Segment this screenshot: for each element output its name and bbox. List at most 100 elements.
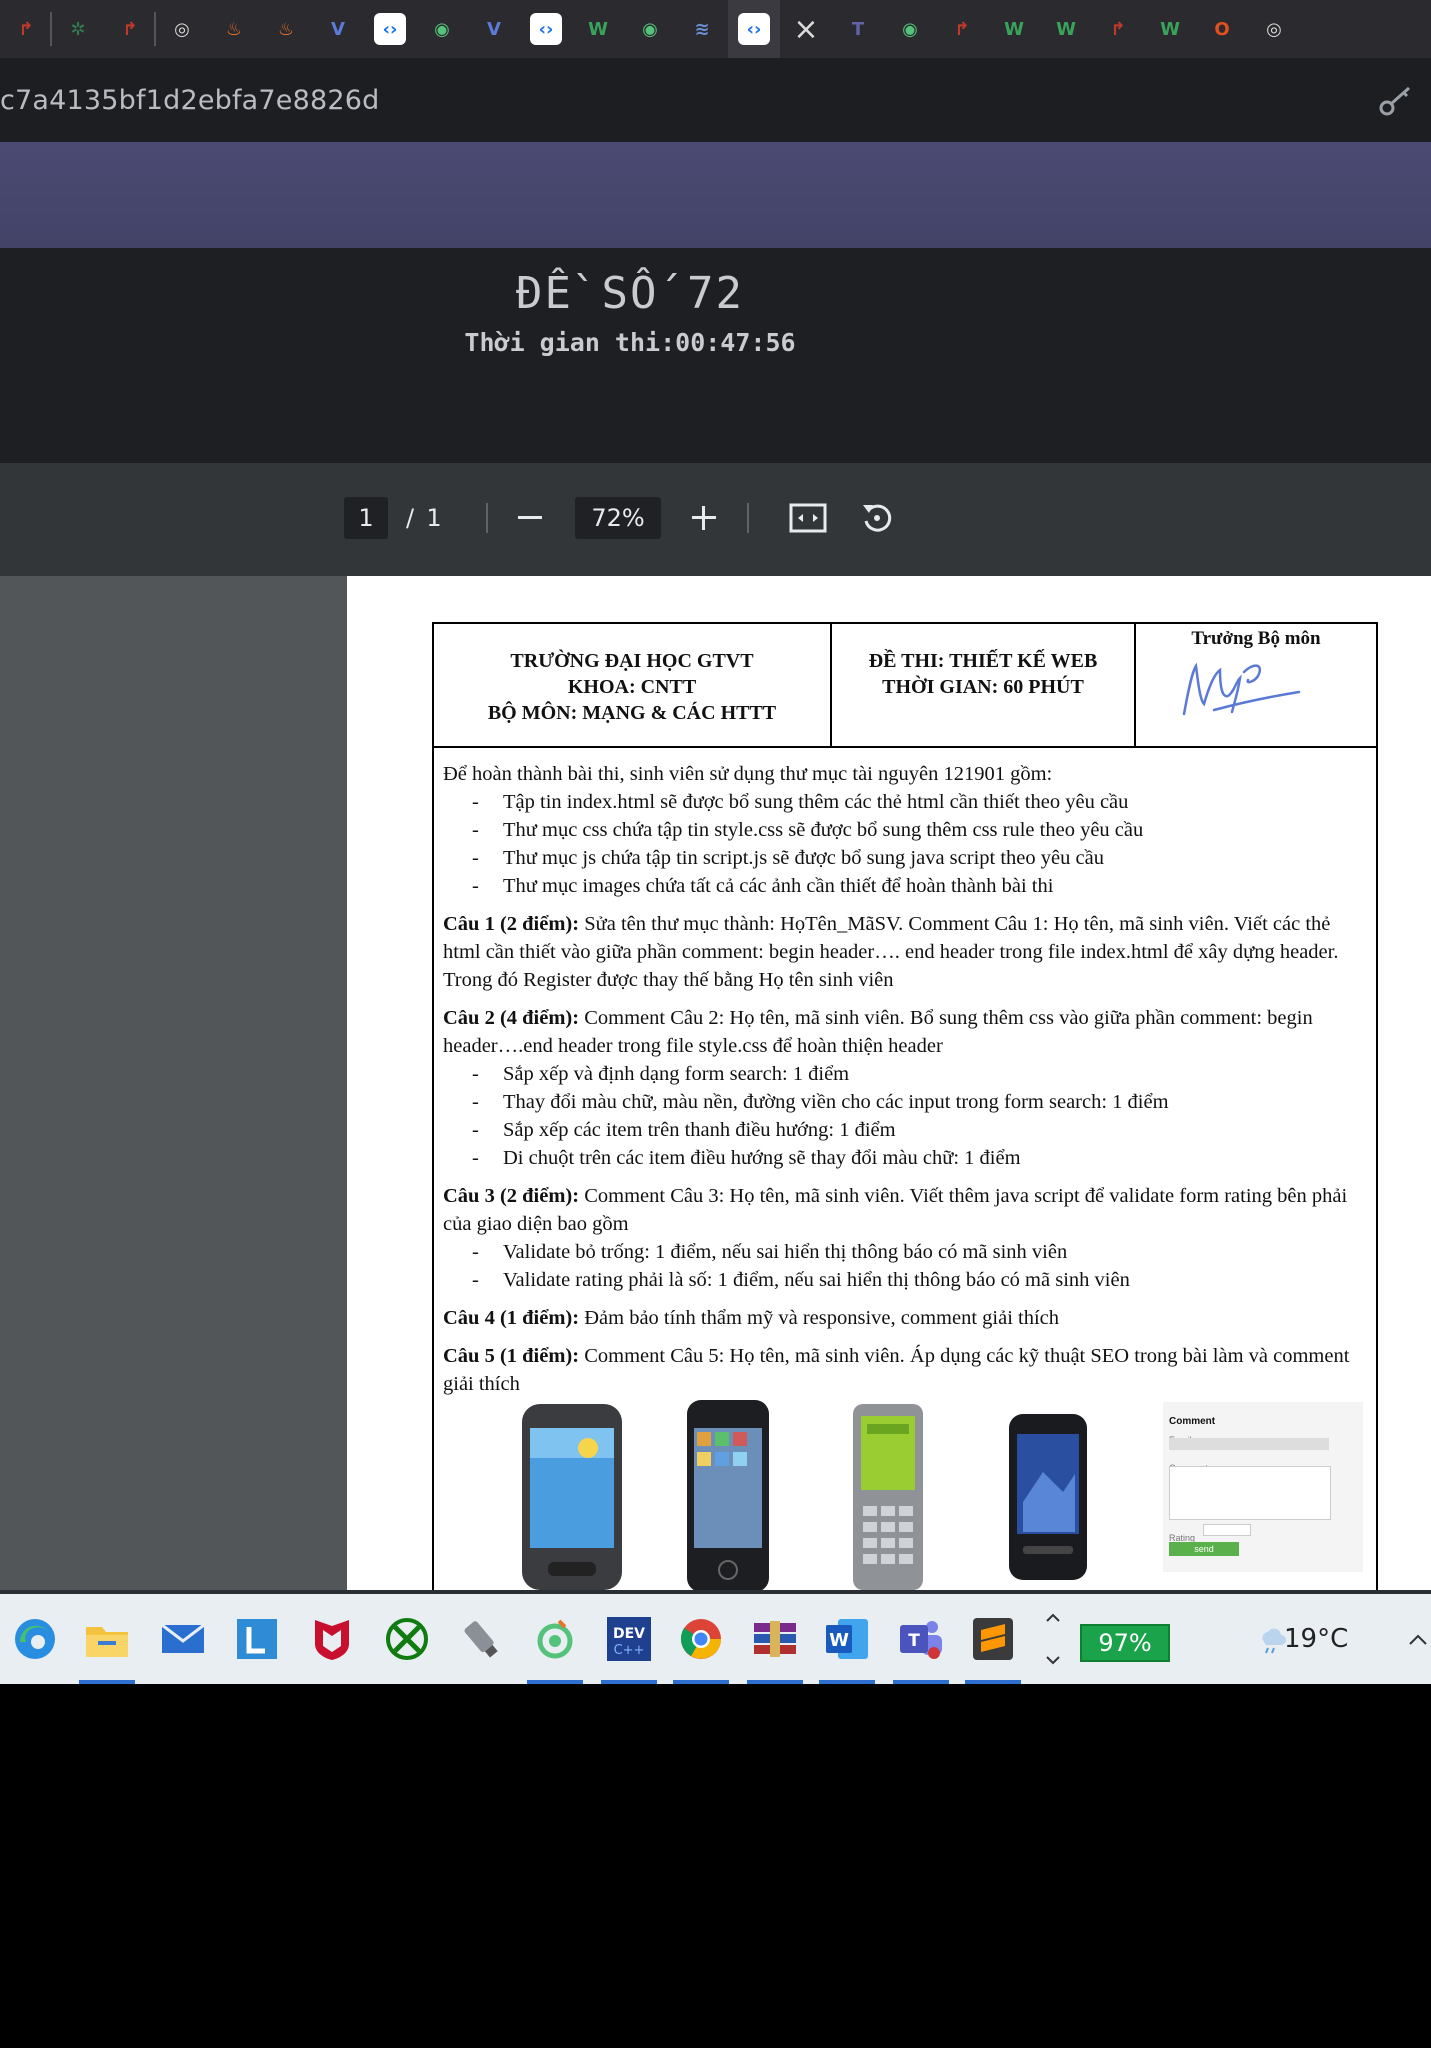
browser-tab[interactable]: ♨: [260, 0, 312, 58]
pdf-viewer[interactable]: TRƯỜNG ĐẠI HỌC GTVT KHOA: CNTT BỘ MÔN: M…: [0, 576, 1431, 1590]
browser-tab[interactable]: ◉: [884, 0, 936, 58]
browser-tab[interactable]: ♨: [208, 0, 260, 58]
green-swirl-icon: ◉: [642, 18, 658, 40]
address-bar[interactable]: c7a4135bf1d2ebfa7e8826d: [0, 58, 1431, 142]
signature-icon: [1182, 662, 1301, 716]
xbox-taskbar-button[interactable]: [382, 1614, 432, 1664]
browser-tab[interactable]: ◎: [1248, 0, 1300, 58]
exam-info-cell: ĐỀ THI: THIẾT KẾ WEB THỜI GIAN: 60 PHÚT: [832, 624, 1136, 746]
green-swirl-icon: ◉: [902, 18, 918, 40]
zoom-out-button[interactable]: [505, 493, 555, 543]
w-logo-icon: W: [1160, 18, 1180, 40]
form-email-field: [1169, 1438, 1329, 1450]
exam-name: ĐỀ THI: THIẾT KẾ WEB: [868, 650, 1098, 672]
comment-form-mockup: Comment Email Comment Rating send: [1163, 1402, 1363, 1572]
usb-taskbar-button[interactable]: [456, 1614, 506, 1664]
browser-tab[interactable]: ◎: [156, 0, 208, 58]
zoom-in-button[interactable]: [679, 493, 729, 543]
faculty-name: KHOA: CNTT: [567, 676, 697, 698]
green-plant-icon: ✲: [70, 18, 86, 40]
teams-taskbar-button[interactable]: T: [896, 1614, 946, 1664]
word-taskbar-button[interactable]: W: [822, 1614, 872, 1664]
chrome-taskbar-button[interactable]: [676, 1614, 726, 1664]
stack-icon: ≋: [694, 18, 710, 40]
list-item: Tập tin index.html sẽ được bổ sung thêm …: [472, 788, 1366, 816]
temperature-text: 19°C: [1284, 1624, 1349, 1654]
show-hidden-icons-button[interactable]: [1406, 1614, 1430, 1664]
devc-taskbar-button[interactable]: DEV C++: [604, 1614, 654, 1664]
form-comment-field: [1169, 1466, 1331, 1520]
zoom-level-input[interactable]: 72%: [575, 497, 661, 539]
close-tab-button[interactable]: ×: [780, 0, 832, 58]
question-text: Comment Câu 5: Họ tên, mã sinh viên. Áp …: [443, 1345, 1350, 1395]
chevron-up-icon: [1409, 1634, 1427, 1645]
total-pages: 1: [426, 504, 442, 532]
w-logo-icon: W: [1004, 18, 1024, 40]
browser-tab[interactable]: ↱: [1092, 0, 1144, 58]
browser-tab[interactable]: O: [1196, 0, 1248, 58]
browser-tab[interactable]: T: [832, 0, 884, 58]
rotate-button[interactable]: [852, 493, 902, 543]
form-rating-field: [1203, 1524, 1251, 1536]
xbox-icon: [386, 1618, 428, 1660]
code-icon: ‹›: [374, 13, 406, 45]
exam-duration: THỜI GIAN: 60 PHÚT: [882, 676, 1084, 698]
key-icon[interactable]: [1375, 80, 1415, 120]
url-text[interactable]: c7a4135bf1d2ebfa7e8826d: [0, 85, 379, 116]
list-item: Di chuột trên các item điều hướng sẽ tha…: [472, 1144, 1366, 1172]
exam-title: ĐỀ SỐ 72: [516, 268, 744, 319]
toolbar-divider: [486, 503, 488, 533]
red-arrow-icon: ↱: [122, 18, 138, 40]
department-name: BỘ MÔN: MẠNG & CÁC HTTT: [487, 702, 777, 724]
winrar-books-icon: [754, 1621, 796, 1657]
browser-tab[interactable]: ‹›: [728, 0, 780, 58]
mail-taskbar-button[interactable]: [158, 1614, 208, 1664]
edge-taskbar-button[interactable]: [10, 1614, 60, 1664]
browser-tab[interactable]: ◉: [416, 0, 468, 58]
windows-taskbar: DEV C++ W T 97% 19°C: [0, 1590, 1431, 1684]
browser-tab[interactable]: ↱: [0, 0, 52, 58]
fire-icon: ♨: [277, 18, 295, 40]
mockup-images: Comment Email Comment Rating send: [443, 1400, 1366, 1590]
browser-tab[interactable]: ‹›: [520, 0, 572, 58]
toolbar-divider: [747, 503, 749, 533]
signer-title: Trưởng Bộ môn: [1191, 628, 1321, 649]
pdf-page: TRƯỜNG ĐẠI HỌC GTVT KHOA: CNTT BỘ MÔN: M…: [347, 576, 1431, 1590]
browser-tab[interactable]: W: [988, 0, 1040, 58]
school-info-cell: TRƯỜNG ĐẠI HỌC GTVT KHOA: CNTT BỘ MÔN: M…: [434, 624, 832, 746]
red-arrow-icon: ↱: [18, 18, 34, 40]
question-label: Câu 4 (1 điểm):: [443, 1307, 580, 1329]
office-icon: O: [1214, 18, 1230, 40]
browser-tab[interactable]: V: [312, 0, 364, 58]
browser-tab[interactable]: W: [1144, 0, 1196, 58]
winrar-taskbar-button[interactable]: [750, 1614, 800, 1664]
browser-tab[interactable]: ✲: [52, 0, 104, 58]
teams-icon: T: [900, 1621, 942, 1659]
taskbar-scroll-arrows[interactable]: [1028, 1613, 1078, 1665]
list-item: Thay đổi màu chữ, màu nền, đường viền ch…: [472, 1088, 1366, 1116]
browser-tab[interactable]: ↱: [936, 0, 988, 58]
battery-indicator[interactable]: 97%: [1080, 1624, 1170, 1662]
question-text: Đảm bảo tính thẩm mỹ và responsive, comm…: [579, 1307, 1060, 1329]
fit-to-page-button[interactable]: [783, 493, 833, 543]
active-app-taskbar-button[interactable]: [530, 1614, 580, 1664]
page-number-input[interactable]: 1: [344, 497, 388, 539]
mail-icon: [161, 1623, 205, 1653]
question-2: Câu 2 (4 điểm): Comment Câu 2: Họ tên, m…: [443, 1004, 1366, 1060]
iphone-image: [687, 1400, 769, 1590]
browser-tab[interactable]: V: [468, 0, 520, 58]
browser-tab[interactable]: ‹›: [364, 0, 416, 58]
browser-tab[interactable]: ◉: [624, 0, 676, 58]
browser-tab[interactable]: W: [572, 0, 624, 58]
edge-icon: [15, 1619, 55, 1659]
l-app-taskbar-button[interactable]: [232, 1614, 282, 1664]
v-logo-icon: V: [487, 18, 501, 40]
file-explorer-taskbar-button[interactable]: [82, 1614, 132, 1664]
question-label: Câu 5 (1 điểm):: [443, 1345, 580, 1367]
sublime-taskbar-button[interactable]: [968, 1614, 1018, 1664]
browser-tab[interactable]: W: [1040, 0, 1092, 58]
browser-tab[interactable]: ↱: [104, 0, 156, 58]
browser-tab[interactable]: ≋: [676, 0, 728, 58]
chevron-up-down-icon: [1046, 1613, 1060, 1665]
mcafee-taskbar-button[interactable]: [307, 1614, 357, 1664]
